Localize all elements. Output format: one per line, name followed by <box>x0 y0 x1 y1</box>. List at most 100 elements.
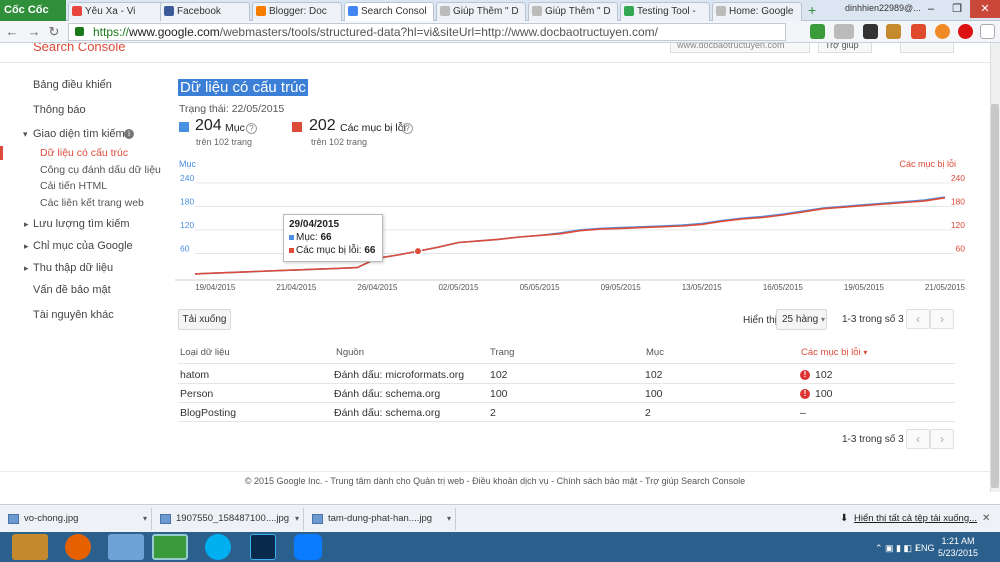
info-icon[interactable]: i <box>124 129 134 139</box>
cell-type[interactable]: Person <box>180 388 213 400</box>
help-button[interactable]: Trợ giúp <box>818 43 872 53</box>
column-header-pages[interactable]: Trang <box>490 347 514 358</box>
browser-tab-bar: Cốc Cốc Yêu Xa - Vi Facebook Blogger: Do… <box>0 0 1000 21</box>
coccoc-logo[interactable]: Cốc Cốc <box>0 0 66 21</box>
url-input[interactable]: https://www.google.com/webmasters/tools/… <box>68 23 786 41</box>
extension-icon[interactable] <box>935 24 950 39</box>
rows-select[interactable]: 25 hàng ▾ <box>776 309 827 330</box>
items-legend-swatch <box>179 122 189 132</box>
new-tab-button[interactable]: + <box>808 2 816 18</box>
download-filename: tam-dung-phat-han....jpg <box>328 513 433 524</box>
browser-tab[interactable]: Facebook <box>160 2 250 21</box>
tray-icons[interactable]: ⌃ ▣ ▮ ◧ ♪ <box>875 543 919 554</box>
heart-icon[interactable] <box>958 24 973 39</box>
sidebar-item-google-index[interactable]: Chỉ mục của Google <box>33 240 133 252</box>
pagination-range: 1-3 trong số 3 <box>842 314 904 325</box>
help-icon[interactable]: ? <box>246 123 257 134</box>
back-button[interactable]: ← <box>4 24 20 40</box>
browser-tab[interactable]: Testing Tool - <box>620 2 710 21</box>
download-icon[interactable] <box>834 24 854 39</box>
photoshop-icon[interactable] <box>250 534 276 560</box>
browser-tab-active[interactable]: Search Consol <box>344 2 434 21</box>
dropdown-arrow-icon: ▾ <box>820 315 825 324</box>
column-header-items[interactable]: Mục <box>646 347 664 358</box>
sidebar-item-messages[interactable]: Thông báo <box>33 104 86 116</box>
sidebar-item-dashboard[interactable]: Bảng điều khiển <box>33 79 112 91</box>
user-account[interactable]: dinhhien22989@... <box>845 3 921 13</box>
sidebar-item-data-highlighter[interactable]: Công cụ đánh dấu dữ liệu <box>40 164 161 176</box>
row-divider <box>178 383 955 384</box>
menu-icon[interactable] <box>980 24 995 39</box>
page-icon <box>716 6 726 16</box>
column-header-type[interactable]: Loại dữ liệu <box>180 347 230 358</box>
sidebar-item-structured-data[interactable]: Dữ liệu có cấu trúc <box>40 147 128 159</box>
tab-label: Giúp Thêm " D <box>545 6 611 17</box>
sidebar-item-search-traffic[interactable]: Lưu lượng tìm kiếm <box>33 218 130 230</box>
tooltip-items: Mục: 66 <box>289 231 377 244</box>
dropdown-arrow-icon[interactable]: ▾ <box>143 508 147 530</box>
scrollbar-thumb[interactable] <box>991 104 999 488</box>
rows-select-value: 25 hàng <box>782 314 819 325</box>
product-name: Search Console <box>33 43 126 54</box>
dropdown-arrow-icon[interactable]: ▾ <box>447 508 451 530</box>
image-file-icon <box>312 514 323 524</box>
reload-button[interactable]: ↻ <box>46 24 62 40</box>
extension-icon[interactable] <box>886 24 901 39</box>
row-divider <box>178 421 955 422</box>
prev-page-button[interactable]: ‹ <box>906 309 930 329</box>
prev-page-button[interactable]: ‹ <box>906 429 930 449</box>
browser-tab[interactable]: Yêu Xa - Vi <box>68 2 168 21</box>
dropdown-arrow-icon[interactable]: ▾ <box>295 508 299 530</box>
next-page-button[interactable]: › <box>930 429 954 449</box>
column-header-errors[interactable]: Các mục bị lỗi ▾ <box>801 347 867 358</box>
sidebar-item-html-improvements[interactable]: Cải tiến HTML <box>40 180 107 192</box>
errors-label: Các mục bị lỗi <box>340 122 406 134</box>
minimize-button[interactable]: – <box>918 0 944 18</box>
download-filename: 1907550_158487100....jpg <box>176 513 290 524</box>
firefox-icon[interactable] <box>65 534 91 560</box>
cell-type[interactable]: BlogPosting <box>180 407 236 419</box>
system-clock[interactable]: 1:21 AM 5/23/2015 <box>938 535 978 559</box>
site-selector[interactable]: www.docbaotructuyen.com <box>670 43 810 53</box>
browser-tab[interactable]: Giúp Thêm " D <box>528 2 618 21</box>
settings-button[interactable] <box>900 43 954 53</box>
sidebar-item-search-appearance[interactable]: Giao diện tìm kiếm <box>33 128 125 140</box>
help-icon[interactable]: ? <box>402 123 413 134</box>
sidebar-item-security-issues[interactable]: Vấn đề bảo mật <box>33 284 111 296</box>
column-header-source[interactable]: Nguồn <box>336 347 364 358</box>
sidebar-item-other-resources[interactable]: Tài nguyên khác <box>33 309 114 321</box>
browser-tab[interactable]: Home: Google <box>712 2 802 21</box>
cell-pages: 2 <box>490 407 496 419</box>
tab-label: Facebook <box>177 6 221 17</box>
extension-icon[interactable] <box>911 24 926 39</box>
sidebar-item-crawl[interactable]: Thu thập dữ liệu <box>33 262 113 274</box>
coccoc-icon[interactable] <box>152 534 188 560</box>
explorer-icon[interactable] <box>12 534 48 560</box>
show-all-downloads-link[interactable]: Hiển thị tất cả tệp tải xuống... <box>854 508 977 530</box>
download-button[interactable]: Tải xuống <box>178 309 231 330</box>
browser-tab[interactable]: Blogger: Doc <box>252 2 342 21</box>
download-item[interactable]: 1907550_158487100....jpg ▾ <box>152 508 304 530</box>
maximize-button[interactable]: ❐ <box>944 0 970 18</box>
items-label: Mục <box>225 122 245 134</box>
zalo-icon[interactable] <box>294 534 322 560</box>
sidebar-item-sitelinks[interactable]: Các liên kết trang web <box>40 197 144 209</box>
pagination-range-bottom: 1-3 trong số 3 <box>842 434 904 445</box>
forward-button[interactable]: → <box>26 24 42 40</box>
tooltip-errors-swatch <box>289 248 294 253</box>
extension-icon[interactable] <box>810 24 825 39</box>
download-item[interactable]: vo-chong.jpg ▾ <box>0 508 152 530</box>
page-title: Dữ liệu có cấu trúc <box>178 79 308 96</box>
app-icon[interactable] <box>108 534 144 560</box>
cell-type[interactable]: hatom <box>180 369 209 381</box>
close-downloads-button[interactable]: ✕ <box>982 508 990 530</box>
search-console-icon <box>348 6 358 16</box>
skype-icon[interactable] <box>205 534 231 560</box>
next-page-button[interactable]: › <box>930 309 954 329</box>
url-scheme: https:// <box>93 25 130 39</box>
language-indicator[interactable]: ENG <box>915 543 935 553</box>
close-window-button[interactable]: ✕ <box>970 0 1000 18</box>
extension-icon[interactable] <box>863 24 878 39</box>
download-item[interactable]: tam-dung-phat-han....jpg ▾ <box>304 508 456 530</box>
browser-tab[interactable]: Giúp Thêm " D <box>436 2 526 21</box>
